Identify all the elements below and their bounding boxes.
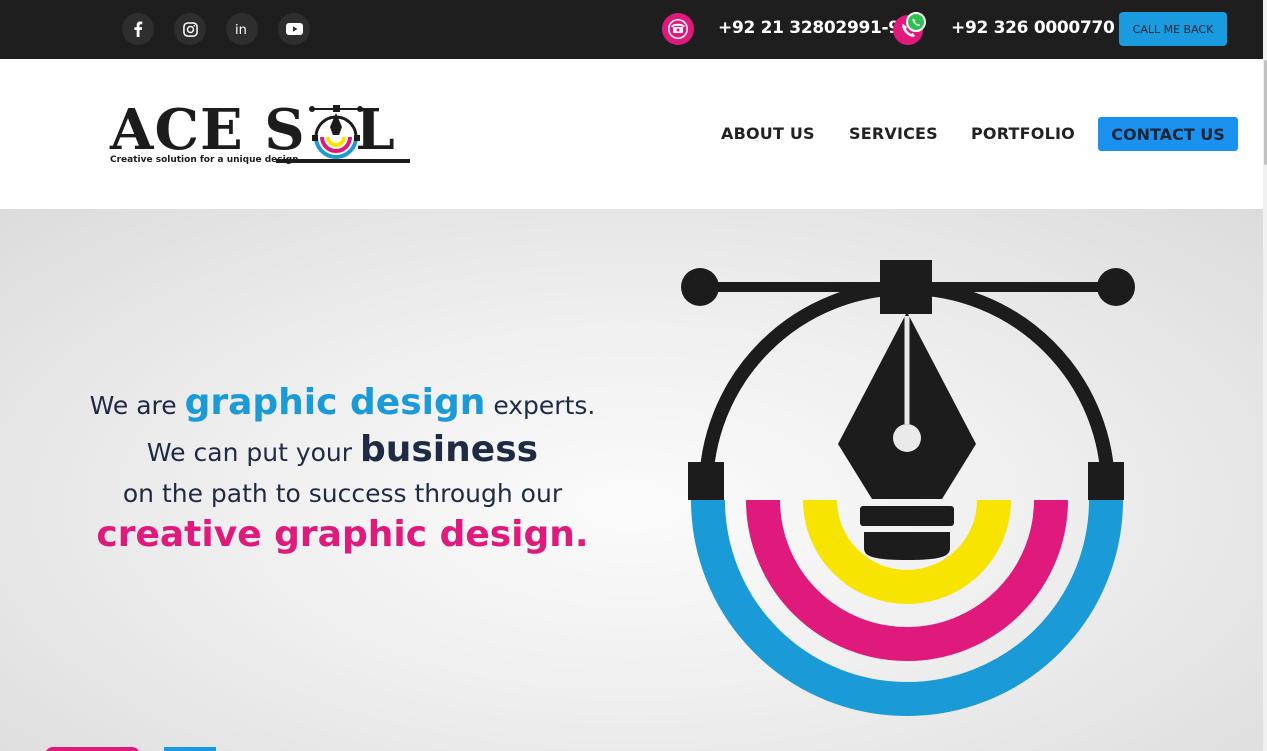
site-header: ACE SOL Creative solution for a unique d… [0, 59, 1263, 209]
facebook-icon[interactable] [122, 13, 154, 45]
hero-highlight-graphic-design: graphic design [184, 382, 486, 423]
top-bar: in +92 21 32802991-92 +92 326 0000770 CA… [0, 0, 1263, 59]
hero-primary-button-edge[interactable] [45, 747, 140, 751]
hero-pen-logo-illustration [681, 260, 1135, 716]
hero-highlight-business: business [359, 429, 539, 470]
hero-line-4: creative graphic design. [96, 514, 589, 555]
hero-line-3: on the path to success through our [122, 479, 563, 508]
logo-underline [276, 159, 410, 163]
svg-text:in: in [235, 23, 247, 36]
youtube-icon[interactable] [278, 13, 310, 45]
nav-portfolio[interactable]: PORTFOLIO [971, 124, 1075, 143]
hero-secondary-button-edge[interactable] [164, 747, 216, 751]
nav-services[interactable]: SERVICES [849, 124, 938, 143]
logo-pen-mark-icon [309, 105, 363, 159]
hero-headline: We are graphic design experts. We can pu… [40, 381, 645, 557]
whatsapp-icon [906, 12, 926, 32]
logo-tagline: Creative solution for a unique design [110, 155, 299, 165]
telephone-icon [662, 13, 694, 45]
call-me-back-button[interactable]: CALL ME BACK [1119, 12, 1227, 46]
hero-line-2-prefix: We can put your [146, 438, 360, 467]
hero-line-1-suffix: experts. [485, 391, 596, 420]
hero-banner: We are graphic design experts. We can pu… [0, 209, 1263, 751]
hero-line-2: We can put your business [40, 428, 645, 475]
nav-contact-us[interactable]: CONTACT US [1098, 117, 1238, 151]
nav-about-us[interactable]: ABOUT US [721, 124, 815, 143]
instagram-icon[interactable] [174, 13, 206, 45]
phone-number-mobile[interactable]: +92 326 0000770 [951, 18, 1115, 38]
hero-line-1-prefix: We are [89, 391, 185, 420]
linkedin-icon[interactable]: in [226, 13, 258, 45]
logo[interactable]: ACE SOL Creative solution for a unique d… [110, 97, 412, 167]
phone-number-landline[interactable]: +92 21 32802991-92 [718, 18, 912, 38]
hero-line-1: We are graphic design experts. [40, 381, 645, 428]
